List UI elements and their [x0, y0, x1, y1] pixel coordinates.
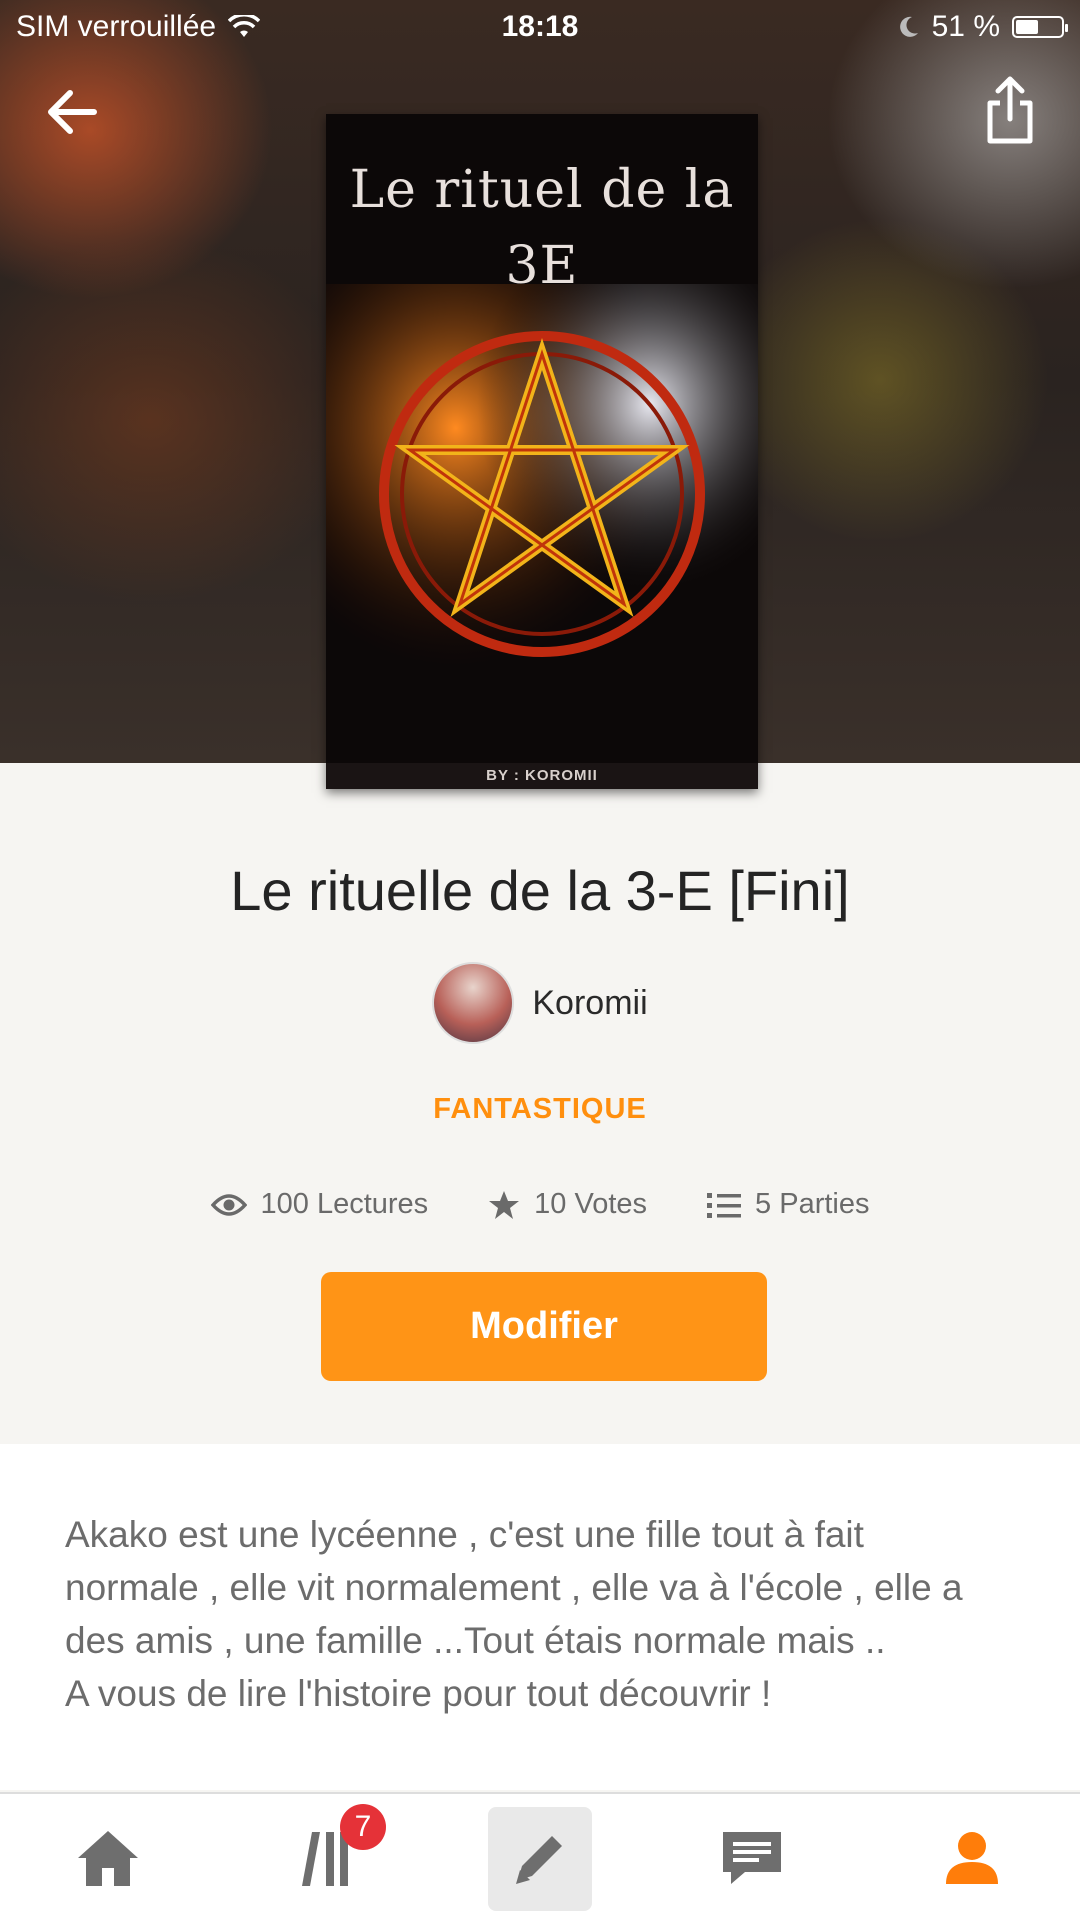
story-stats: 100 Lectures 10 Votes 5 Parties	[0, 1188, 1080, 1221]
pentagram-art	[326, 284, 758, 764]
bottom-tab-bar: 7	[0, 1792, 1080, 1922]
tab-profile[interactable]	[922, 1794, 1022, 1922]
modify-button[interactable]: Modifier	[321, 1272, 767, 1381]
battery-percent: 51 %	[931, 10, 1000, 43]
story-title: Le rituelle de la 3-E [Fini]	[230, 859, 850, 922]
tab-home[interactable]	[58, 1794, 158, 1922]
story-description: Akako est une lycéenne , c'est une fille…	[65, 1514, 963, 1714]
tab-write-icon-holder[interactable]	[488, 1794, 592, 1922]
cover-byline: BY : KOROMII	[326, 763, 758, 789]
eye-icon	[210, 1193, 247, 1216]
reads-count: 100 Lectures	[260, 1188, 429, 1220]
profile-icon	[946, 1832, 998, 1884]
votes-count: 10 Votes	[534, 1188, 648, 1220]
parts-count: 5 Parties	[755, 1188, 870, 1220]
author-name[interactable]: Koromii	[532, 984, 647, 1023]
genre-label[interactable]: FANTASTIQUE	[0, 1093, 1080, 1126]
author-row[interactable]: Koromii	[0, 962, 1080, 1044]
share-icon[interactable]	[980, 75, 1040, 147]
pencil-icon	[516, 1836, 562, 1884]
avatar[interactable]	[432, 962, 515, 1044]
battery-icon	[1012, 16, 1068, 38]
message-icon	[723, 1832, 781, 1884]
cover-title: Le rituel de la 3E	[349, 160, 735, 296]
tab-messages[interactable]	[702, 1794, 802, 1922]
list-icon	[707, 1192, 742, 1218]
status-bar: SIM verrouillée 18:18 51 %	[0, 0, 1080, 54]
parts-stat: 5 Parties	[707, 1188, 870, 1221]
home-icon	[78, 1831, 138, 1886]
arrow-left-icon[interactable]	[40, 80, 104, 144]
notification-badge: 7	[340, 1804, 386, 1850]
moon-icon	[899, 16, 918, 37]
star-icon	[489, 1190, 520, 1219]
reads-stat: 100 Lectures	[210, 1188, 429, 1221]
votes-stat: 10 Votes	[488, 1188, 647, 1221]
story-cover[interactable]: Le rituel de la 3E BY : KOROMII	[326, 114, 758, 789]
